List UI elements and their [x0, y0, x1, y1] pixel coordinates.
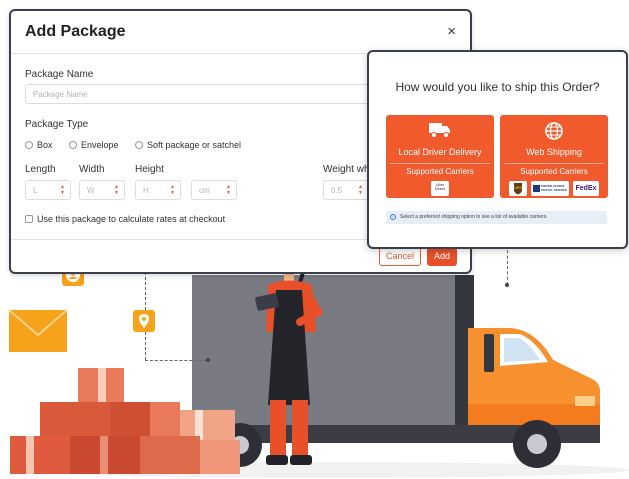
stepper-icon[interactable]: ▲ ▼: [60, 184, 65, 196]
logo-text: UPS: [514, 186, 522, 190]
option-subtitle: Supported Carriers: [520, 167, 588, 176]
option-subtitle: Supported Carriers: [406, 167, 474, 176]
width-placeholder: W: [87, 186, 95, 195]
width-label: Width: [79, 164, 105, 175]
info-icon: i: [390, 214, 396, 220]
web-shipping-option[interactable]: Web Shipping Supported Carriers UPS UNIT…: [500, 115, 608, 198]
length-input[interactable]: L ▲ ▼: [25, 180, 71, 200]
close-icon[interactable]: ×: [447, 23, 456, 40]
local-driver-delivery-option[interactable]: Local Driver Delivery Supported Carriers…: [386, 115, 494, 198]
height-placeholder: H: [143, 186, 149, 195]
option-title: Web Shipping: [526, 147, 582, 157]
add-button[interactable]: Add: [427, 247, 457, 266]
ups-logo: UPS: [509, 181, 527, 196]
weight-placeholder: 0.5: [331, 186, 343, 195]
divider: [390, 163, 490, 164]
length-label: Length: [25, 164, 56, 175]
fedex-logo: FedEx: [573, 181, 599, 196]
divider: [504, 163, 604, 164]
stepper-icon[interactable]: ▲ ▼: [170, 184, 175, 196]
uber-direct-logo: Uber Direct: [431, 181, 449, 196]
connector-line: [507, 245, 508, 285]
cancel-button[interactable]: Cancel: [379, 247, 421, 266]
package-name-label: Package Name: [25, 69, 94, 80]
unit-select[interactable]: cm ▲ ▼: [191, 180, 237, 200]
location-badge-icon: [133, 310, 155, 332]
length-placeholder: L: [33, 186, 38, 195]
info-bar: i Select a preferred shipping option to …: [386, 211, 607, 224]
logo-text: FedEx: [575, 185, 597, 192]
stepper-icon[interactable]: ▲ ▼: [358, 184, 363, 196]
calculate-rates-label: Use this package to calculate rates at c…: [37, 214, 226, 224]
logo-text: UNITED STATES POSTAL SERVICE: [541, 184, 567, 192]
stepper-icon[interactable]: ▲ ▼: [114, 184, 119, 196]
globe-icon: [500, 121, 608, 146]
radio-envelope[interactable]: [69, 141, 77, 149]
eagle-icon: [533, 185, 540, 192]
shipping-method-modal: How would you like to ship this Order? L…: [367, 50, 628, 249]
radio-soft-package[interactable]: [135, 141, 143, 149]
usps-logo: UNITED STATES POSTAL SERVICE: [531, 181, 569, 196]
stepper-icon[interactable]: ▲ ▼: [226, 184, 231, 196]
package-type-label: Package Type: [25, 119, 89, 130]
connector-dot: [206, 358, 210, 362]
height-label: Height: [135, 164, 164, 175]
shipping-question: How would you like to ship this Order?: [395, 80, 600, 94]
radio-soft-package-label: Soft package or satchel: [147, 140, 242, 150]
truck-icon: [386, 121, 494, 144]
radio-box-label: Box: [37, 140, 53, 150]
connector-dot: [505, 283, 509, 287]
unit-placeholder: cm: [199, 186, 210, 195]
calculate-rates-checkbox[interactable]: [25, 215, 33, 223]
weight-input[interactable]: 0.5 ▲ ▼: [323, 180, 369, 200]
height-input[interactable]: H ▲ ▼: [135, 180, 181, 200]
radio-envelope-label: Envelope: [81, 140, 119, 150]
option-title: Local Driver Delivery: [398, 147, 482, 157]
info-text: Select a preferred shipping option to se…: [400, 214, 548, 220]
logo-text: Uber Direct: [434, 182, 446, 191]
dialog-title: Add Package: [25, 23, 126, 40]
weight-label: Weight wh: [323, 164, 370, 175]
width-input[interactable]: W ▲ ▼: [79, 180, 125, 200]
radio-box[interactable]: [25, 141, 33, 149]
connector-line: [145, 360, 207, 361]
